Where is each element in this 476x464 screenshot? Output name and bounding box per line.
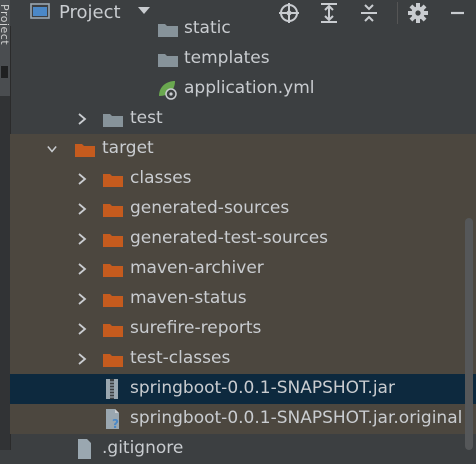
folder-icon bbox=[158, 54, 178, 67]
tree-label-maven-status: maven-status bbox=[130, 288, 247, 308]
unknown-file-icon: ? bbox=[106, 409, 119, 430]
tree-label-classes: classes bbox=[130, 168, 192, 188]
tree-row-maven-status[interactable]: maven-status bbox=[10, 284, 476, 314]
tree-label-jar-original: springboot-0.0.1-SNAPSHOT.jar.original bbox=[130, 408, 463, 428]
tree-label-jar: springboot-0.0.1-SNAPSHOT.jar bbox=[130, 378, 395, 398]
tree-row-generated-sources[interactable]: generated-sources bbox=[10, 194, 476, 224]
tree-label-test-classes: test-classes bbox=[130, 348, 231, 368]
folder-icon bbox=[103, 204, 123, 217]
tree-label-generated-sources: generated-sources bbox=[130, 198, 290, 218]
project-tool-window-tab[interactable]: Project bbox=[0, 0, 11, 96]
tree-label-static: static bbox=[184, 18, 231, 38]
folder-icon bbox=[103, 354, 123, 367]
tree-row-static[interactable]: static bbox=[10, 14, 476, 44]
folder-icon bbox=[75, 144, 95, 157]
tree-row-generated-test-sources[interactable]: generated-test-sources bbox=[10, 224, 476, 254]
chevron-down-icon[interactable] bbox=[47, 143, 57, 155]
svg-text:?: ? bbox=[112, 417, 119, 430]
tree-row-templates[interactable]: templates bbox=[10, 44, 476, 74]
folder-icon bbox=[158, 24, 178, 37]
vertical-scrollbar[interactable] bbox=[465, 218, 473, 450]
tree-row-application-yml[interactable]: application.yml bbox=[10, 74, 476, 104]
tree-label-application-yml: application.yml bbox=[184, 78, 315, 98]
tab-marker bbox=[1, 66, 8, 78]
folder-icon bbox=[103, 324, 123, 337]
chevron-right-icon[interactable] bbox=[77, 293, 87, 305]
jar-archive-icon bbox=[106, 379, 118, 399]
chevron-right-icon[interactable] bbox=[77, 233, 87, 245]
spring-config-icon bbox=[159, 81, 177, 100]
chevron-right-icon[interactable] bbox=[77, 173, 87, 185]
tree-label-maven-archiver: maven-archiver bbox=[130, 258, 264, 278]
tree-row-jar-original[interactable]: ? springboot-0.0.1-SNAPSHOT.jar.original bbox=[10, 404, 476, 434]
folder-icon bbox=[103, 114, 123, 127]
chevron-right-icon[interactable] bbox=[77, 203, 87, 215]
tree-row-maven-archiver[interactable]: maven-archiver bbox=[10, 254, 476, 284]
tree-label-surefire-reports: surefire-reports bbox=[130, 318, 262, 338]
chevron-right-icon[interactable] bbox=[77, 113, 87, 125]
project-tree: static templates application.yml test ta… bbox=[10, 18, 476, 459]
folder-icon bbox=[103, 174, 123, 187]
text-file-icon bbox=[78, 439, 91, 459]
tree-label-gitignore: .gitignore bbox=[102, 438, 184, 458]
tree-label-test: test bbox=[130, 108, 163, 128]
tree-row-test[interactable]: test bbox=[10, 104, 476, 134]
tree-row-jar[interactable]: springboot-0.0.1-SNAPSHOT.jar bbox=[10, 374, 476, 404]
tree-row-surefire-reports[interactable]: surefire-reports bbox=[10, 314, 476, 344]
tree-row-target[interactable]: target bbox=[10, 134, 476, 164]
folder-icon bbox=[103, 264, 123, 277]
tree-row-test-classes[interactable]: test-classes bbox=[10, 344, 476, 374]
tree-label-target: target bbox=[102, 138, 154, 158]
tree-row-gitignore[interactable]: .gitignore bbox=[10, 434, 476, 464]
tree-label-templates: templates bbox=[184, 48, 270, 68]
chevron-right-icon[interactable] bbox=[77, 263, 87, 275]
folder-icon bbox=[103, 234, 123, 247]
tree-label-generated-test-sources: generated-test-sources bbox=[130, 228, 329, 248]
chevron-right-icon[interactable] bbox=[77, 323, 87, 335]
folder-icon bbox=[103, 294, 123, 307]
tree-row-classes[interactable]: classes bbox=[10, 164, 476, 194]
chevron-right-icon[interactable] bbox=[77, 353, 87, 365]
